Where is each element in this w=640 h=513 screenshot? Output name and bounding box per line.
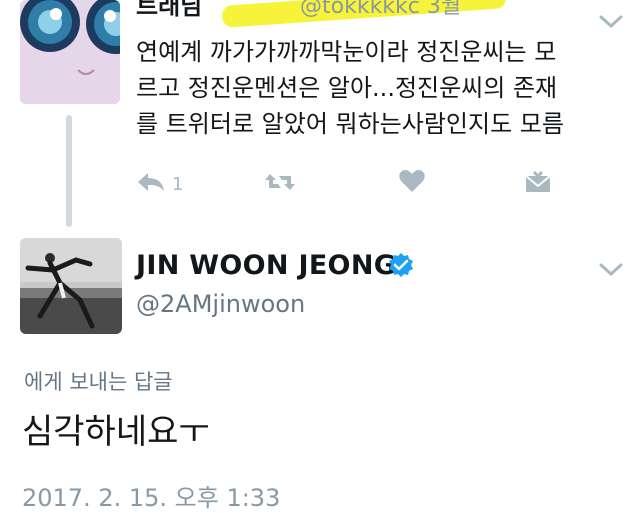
reply-context: 에게 보내는 답글: [24, 370, 173, 394]
parent-text-line: 르고 정진운멘션은 알아...정진운씨의 존재: [136, 74, 558, 102]
parent-time: 3월: [426, 0, 462, 19]
retweet-button[interactable]: [264, 170, 296, 198]
main-display-name[interactable]: JIN WOON JEONG: [136, 250, 396, 281]
parent-text-line: 를 트위터로 알았어 뭐하는사람인지도 모름: [136, 110, 564, 138]
parent-tweet-avatar[interactable]: [20, 0, 120, 104]
tweet-text: 심각하네요ㅜ: [22, 412, 210, 452]
reply-count: 1: [172, 173, 184, 195]
reply-button[interactable]: 1: [136, 170, 183, 198]
main-handle[interactable]: @2AMjinwoon: [136, 290, 305, 318]
chevron-down-icon[interactable]: [598, 262, 624, 282]
chevron-down-icon[interactable]: [598, 14, 624, 34]
parent-text-line: 연예계 까가가까까막눈이라 정진운씨는 모: [136, 38, 557, 66]
reply-icon: [136, 170, 166, 198]
parent-display-name[interactable]: 트래님: [136, 0, 202, 21]
main-tweet-avatar[interactable]: [20, 238, 122, 334]
direct-message-button[interactable]: [524, 170, 552, 198]
heart-icon: [398, 168, 426, 198]
parent-handle[interactable]: @tokkkkkc: [300, 0, 420, 19]
retweet-icon: [264, 170, 296, 198]
like-button[interactable]: [398, 168, 426, 198]
tweet-timestamp[interactable]: 2017. 2. 15. 오후 1:33: [22, 478, 280, 513]
verified-badge-icon: [388, 252, 414, 282]
parent-handle-and-time: @tokkkkkc 3월: [300, 0, 461, 20]
direct-message-icon: [524, 170, 552, 198]
thread-connector-line: [66, 115, 72, 227]
parent-tweet-text: 연예계 까가가까까막눈이라 정진운씨는 모 르고 정진운멘션은 알아...정진운…: [136, 34, 636, 142]
